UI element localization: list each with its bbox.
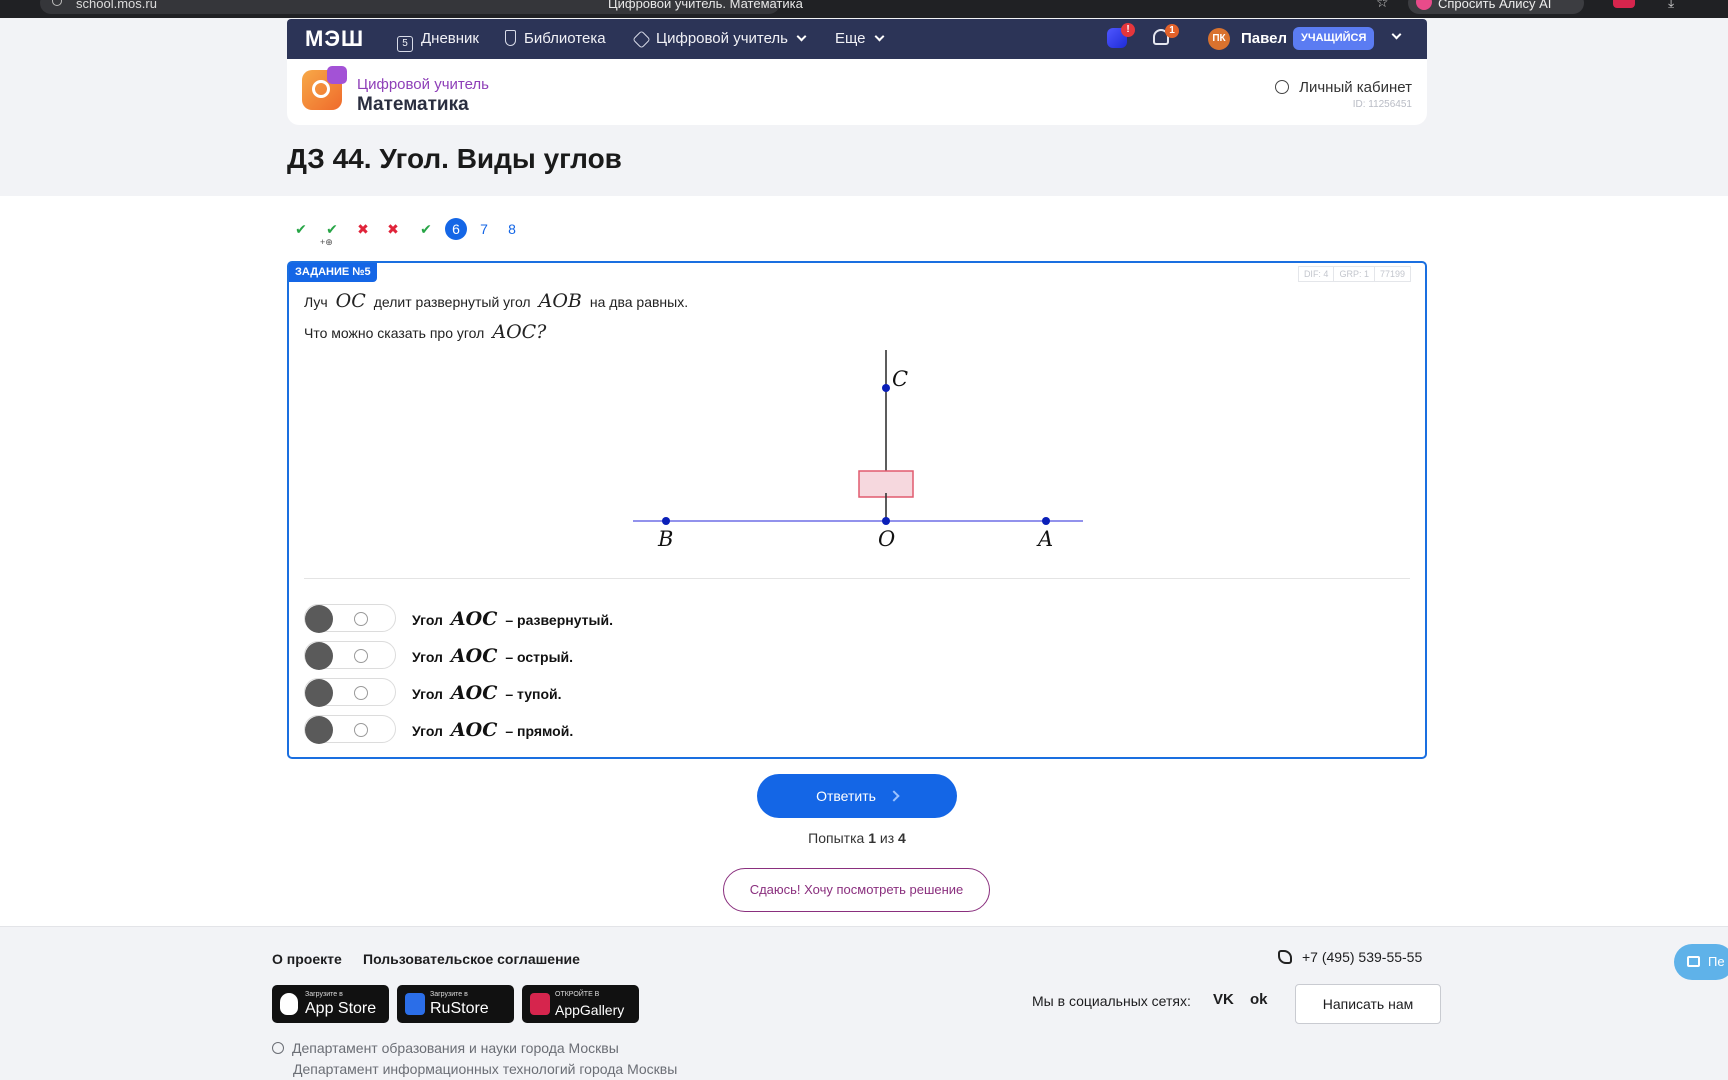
- diary-icon: 5: [397, 36, 413, 52]
- step-8[interactable]: 8: [501, 218, 523, 240]
- phone-icon: [1278, 950, 1292, 964]
- divider: [304, 578, 1410, 579]
- option-label: Угол AOC – прямой.: [412, 719, 574, 741]
- step-extra-badge: +⊕: [320, 237, 333, 247]
- nav-diary[interactable]: 5 Дневник: [397, 30, 479, 52]
- label-b: B: [657, 527, 673, 551]
- header-subtitle: Цифровой учитель: [357, 76, 489, 93]
- vk-icon[interactable]: VK: [1213, 991, 1234, 1008]
- alice-button[interactable]: Спросить Алису AI: [1408, 0, 1584, 14]
- print-icon: [1687, 956, 1700, 967]
- label-a: A: [1036, 527, 1053, 551]
- extension-icon[interactable]: [1613, 0, 1635, 8]
- copyright-line-1: Департамент образования и науки города М…: [272, 1040, 619, 1056]
- app-store-badge[interactable]: Загрузите в App Store: [272, 985, 389, 1023]
- address-url[interactable]: school.mos.ru: [76, 0, 157, 11]
- write-us-button[interactable]: Написать нам: [1295, 984, 1441, 1024]
- rustore-icon: [405, 993, 425, 1015]
- step-1[interactable]: ✔: [290, 218, 312, 240]
- alice-icon: [1416, 0, 1432, 10]
- page-title: ДЗ 44. Угол. Виды углов: [287, 143, 622, 174]
- social-label: Мы в социальных сетях:: [1032, 993, 1191, 1009]
- cube-icon: [632, 30, 651, 49]
- nav-digital-teacher[interactable]: Цифровой учитель: [632, 30, 807, 49]
- point-c: [882, 384, 890, 392]
- option-label: Угол AOC – тупой.: [412, 682, 562, 704]
- attempt-counter: Попытка 1 из 4: [808, 830, 906, 846]
- user-name[interactable]: Павел: [1241, 30, 1287, 47]
- step-4[interactable]: ✖: [382, 218, 404, 240]
- digital-teacher-logo: [302, 66, 347, 110]
- chevron-down-icon: [796, 31, 807, 42]
- nav-diary-label: Дневник: [421, 30, 479, 47]
- label-c: C: [892, 367, 908, 391]
- appgallery-badge[interactable]: ОТКРОЙТЕ В AppGallery: [522, 985, 639, 1023]
- footer-about-link[interactable]: О проекте: [272, 951, 342, 967]
- copyright-line-2: Департамент информационных технологий го…: [293, 1061, 678, 1077]
- browser-bar: school.mos.ru Цифровой учитель. Математи…: [0, 0, 1728, 18]
- avatar[interactable]: ПК: [1208, 28, 1230, 50]
- task-card: ЗАДАНИЕ №5 DIF: 4 GRP: 1 77199 Луч OC делит …: [287, 261, 1427, 759]
- cabinet-label: Личный кабинет: [1299, 79, 1412, 96]
- tab-title: Цифровой учитель. Математика: [608, 0, 803, 11]
- label-o: O: [878, 527, 895, 551]
- give-up-button[interactable]: Сдаюсь! Хочу посмотреть решение: [723, 868, 990, 912]
- notifications-badge: 1: [1165, 24, 1179, 38]
- bookmark-star-icon[interactable]: ☆: [1376, 0, 1389, 11]
- nav-library-label: Библиотека: [524, 30, 606, 47]
- user-menu-chevron-icon[interactable]: [1391, 29, 1402, 40]
- nav-digital-teacher-label: Цифровой учитель: [656, 30, 788, 47]
- nav-more-label: Еще: [835, 30, 866, 47]
- download-icon[interactable]: ⤓: [1668, 0, 1674, 11]
- answer-button[interactable]: Ответить: [757, 774, 957, 818]
- option-toggle[interactable]: [304, 641, 396, 670]
- user-id: ID: 11256451: [1352, 99, 1412, 110]
- option-toggle[interactable]: [304, 678, 396, 707]
- point-o: [882, 517, 890, 525]
- subject-title: Математика: [357, 94, 469, 115]
- step-6[interactable]: 6: [445, 218, 467, 240]
- nav-library[interactable]: Библиотека: [505, 30, 606, 47]
- ok-icon[interactable]: ok: [1250, 991, 1268, 1008]
- chevron-right-icon: [888, 790, 900, 802]
- achievements-badge: !: [1121, 23, 1135, 37]
- footer: О проекте Пользовательское соглашение За…: [0, 926, 1728, 1080]
- option-toggle[interactable]: [304, 604, 396, 633]
- step-7[interactable]: 7: [473, 218, 495, 240]
- step-5[interactable]: ✔: [415, 218, 437, 240]
- top-nav: МЭШ 5 Дневник Библиотека Цифровой учитель…: [287, 19, 1427, 59]
- option-label: Угол AOC – острый.: [412, 645, 574, 667]
- chevron-down-icon: [874, 31, 884, 42]
- copyright-icon: [272, 1042, 284, 1054]
- phone-link[interactable]: +7 (495) 539-55-55: [1278, 949, 1422, 965]
- option-label: Угол AOC – развернутый.: [412, 608, 613, 630]
- role-badge: УЧАЩИЙСЯ: [1293, 27, 1375, 50]
- user-circle-icon: [1275, 80, 1290, 94]
- bookmark-icon: [505, 30, 516, 46]
- point-a: [1042, 517, 1050, 525]
- nav-more[interactable]: Еще: [835, 30, 884, 47]
- answer-button-label: Ответить: [816, 788, 876, 804]
- step-3[interactable]: ✖: [352, 218, 374, 240]
- rustore-badge[interactable]: Загрузите в RuStore: [397, 985, 514, 1023]
- floating-help-button[interactable]: Пе: [1674, 944, 1728, 980]
- huawei-icon: [530, 993, 550, 1015]
- mesh-logo[interactable]: МЭШ: [305, 26, 364, 52]
- alice-label: Спросить Алису AI: [1438, 0, 1552, 11]
- point-b: [662, 517, 670, 525]
- apple-icon: [280, 993, 298, 1015]
- footer-agreement-link[interactable]: Пользовательское соглашение: [363, 951, 580, 967]
- personal-cabinet-link[interactable]: Личный кабинет: [1275, 79, 1412, 96]
- subject-header: Цифровой учитель Математика Личный кабин…: [287, 59, 1427, 125]
- option-toggle[interactable]: [304, 715, 396, 744]
